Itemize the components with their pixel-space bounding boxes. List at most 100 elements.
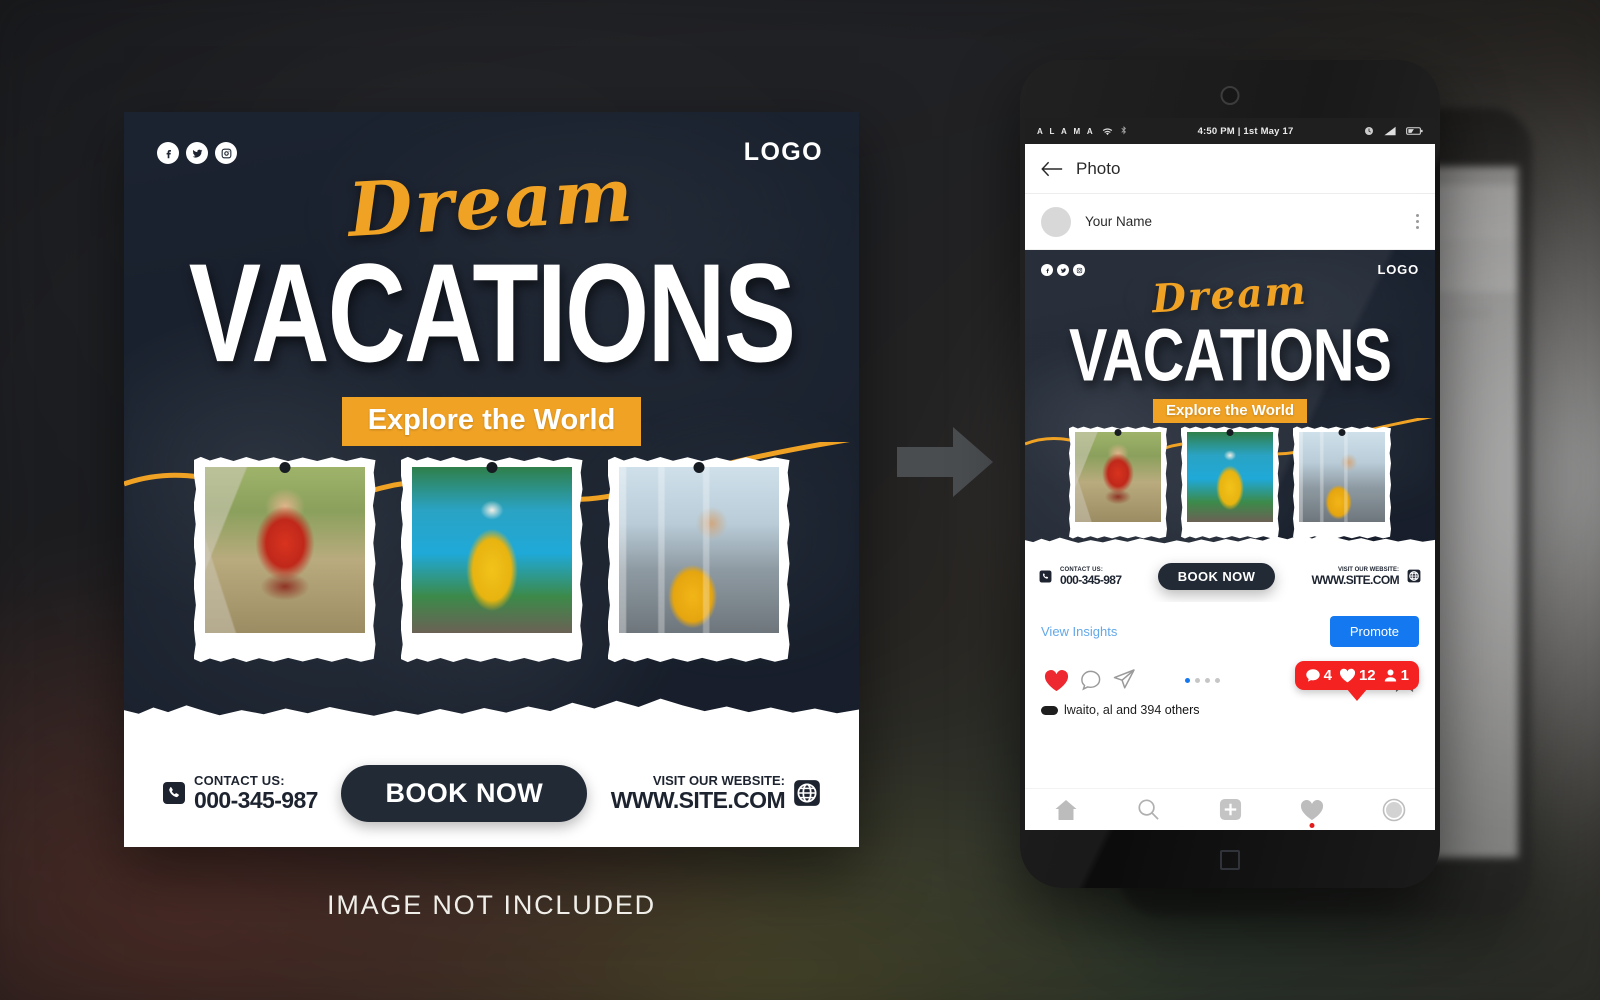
phone-screen: A L A M A 4:50 PM | 1st May 17 Photo You…: [1025, 118, 1435, 830]
phone-mockup: A L A M A 4:50 PM | 1st May 17 Photo You…: [1020, 60, 1440, 888]
polaroid-photo-2: [1181, 426, 1279, 539]
carrier-label: A L A M A: [1037, 126, 1096, 136]
polaroid-photo-2[interactable]: [400, 456, 583, 663]
comment-icon[interactable]: [1073, 663, 1107, 697]
promote-button[interactable]: Promote: [1329, 616, 1419, 647]
pin-icon: [693, 462, 704, 473]
poster-subtitle: Explore the World: [341, 397, 642, 447]
transition-arrow-icon: [897, 427, 993, 497]
carousel-dot-active: [1185, 677, 1190, 683]
contact-number: 000-345-987: [1060, 572, 1122, 587]
poster-preview: LOGO Dream VACATIONS Explore the World C…: [124, 112, 859, 847]
badge-followers-count: 1: [1400, 667, 1409, 684]
mini-poster-headline: Dream VACATIONS Explore the World: [1025, 268, 1435, 424]
phone-icon: [1039, 570, 1052, 583]
website-url: WWW.SITE.COM: [610, 787, 786, 813]
view-insights-link[interactable]: View Insights: [1041, 624, 1117, 639]
polaroid-photo-3[interactable]: [607, 456, 790, 663]
poster-headline: Dream VACATIONS Explore the World: [124, 152, 859, 447]
badge-comments-count: 4: [1323, 667, 1332, 684]
likes-summary: lwaito, al and 394 others: [1025, 699, 1435, 723]
website-label: VISIT OUR WEBSITE:: [652, 773, 785, 788]
globe-icon: [793, 779, 821, 807]
carousel-dots: [1185, 677, 1220, 683]
status-time: 4:50 PM | 1st May 17: [1197, 125, 1294, 137]
badge-likes: 12: [1339, 667, 1376, 684]
app-bar-title: Photo: [1076, 158, 1121, 178]
poster-main-title: VACATIONS: [188, 234, 796, 391]
contact-label: CONTACT US:: [194, 773, 285, 788]
photo-woman-coast: [1187, 432, 1273, 522]
polaroid-photo-3: [1293, 426, 1391, 539]
user-name: Your Name: [1085, 214, 1153, 229]
mini-poster-footer: CONTACT US: 000-345-987 BOOK NOW VISIT O…: [1025, 533, 1435, 602]
activity-icon[interactable]: [1290, 795, 1334, 828]
image-not-included-notice: IMAGE NOT INCLUDED: [327, 890, 656, 920]
website-block: VISIT OUR WEBSITE: WWW.SITE.COM: [611, 774, 821, 812]
battery-icon: [1406, 126, 1423, 136]
notification-badge: 4 12 1: [1294, 661, 1419, 690]
likes-text: lwaito, al and 394 others: [1064, 703, 1200, 717]
pin-icon: [279, 462, 290, 473]
carousel-dot: [1195, 677, 1200, 683]
photo-traveler-man: [204, 467, 365, 633]
alarm-icon: [1364, 126, 1374, 136]
back-arrow-icon[interactable]: [1041, 161, 1063, 177]
send-icon[interactable]: [1107, 663, 1141, 697]
home-button[interactable]: [1220, 850, 1240, 870]
liker-avatars-icon: [1041, 705, 1058, 715]
heart-filled-icon: [1339, 668, 1356, 683]
post-image-poster[interactable]: LOGO Dream VACATIONS Explore the World C…: [1025, 250, 1435, 602]
carousel-dot: [1215, 677, 1220, 683]
activity-notification-dot: [1309, 822, 1315, 828]
poster-footer: CONTACT US: 000-345-987 BOOK NOW VISIT O…: [124, 698, 859, 847]
bottom-tab-bar: [1025, 788, 1435, 830]
polaroid-gallery: [124, 456, 859, 663]
photo-woman-airport: [1299, 432, 1385, 522]
contact-label: CONTACT US:: [1060, 566, 1104, 573]
front-camera-icon: [1220, 86, 1240, 105]
mini-website-block: VISIT OUR WEBSITE: WWW.SITE.COM: [1312, 567, 1421, 586]
post-actions-row: 4 12 1: [1025, 655, 1435, 699]
contact-block: CONTACT US: 000-345-987: [162, 774, 318, 812]
avatar[interactable]: [1041, 206, 1071, 237]
search-icon[interactable]: [1126, 795, 1170, 825]
website-url: WWW.SITE.COM: [1311, 572, 1400, 587]
mini-main-title: VACATIONS: [1068, 313, 1392, 397]
pin-icon: [1226, 429, 1234, 436]
pin-icon: [1338, 429, 1346, 436]
mini-book-now-button: BOOK NOW: [1157, 562, 1276, 590]
post-user-row: Your Name: [1025, 194, 1435, 250]
polaroid-photo-1: [1069, 426, 1167, 539]
website-label: VISIT OUR WEBSITE:: [1337, 566, 1399, 573]
pin-icon: [1114, 429, 1122, 436]
contact-number: 000-345-987: [194, 787, 318, 813]
carousel-dot: [1205, 677, 1210, 683]
bluetooth-icon: [1120, 126, 1127, 136]
badge-likes-count: 12: [1358, 667, 1376, 684]
wifi-icon: [1102, 127, 1113, 136]
photo-woman-airport: [618, 467, 779, 633]
badge-followers: 1: [1383, 667, 1409, 684]
add-icon[interactable]: [1208, 795, 1252, 825]
kebab-menu-icon[interactable]: [1416, 214, 1419, 229]
photo-woman-coast: [411, 467, 572, 633]
badge-comments: 4: [1305, 667, 1332, 684]
signal-icon: [1383, 126, 1397, 136]
mini-contact-block: CONTACT US: 000-345-987: [1039, 566, 1122, 587]
globe-icon: [1407, 569, 1421, 583]
profile-icon[interactable]: [1372, 795, 1416, 825]
status-bar: A L A M A 4:50 PM | 1st May 17: [1025, 118, 1435, 144]
pin-icon: [486, 462, 497, 473]
heart-filled-icon[interactable]: [1039, 663, 1073, 697]
comment-filled-icon: [1305, 668, 1321, 684]
insights-row: View Insights Promote: [1025, 602, 1435, 655]
phone-icon: [162, 781, 186, 805]
book-now-button[interactable]: BOOK NOW: [341, 764, 588, 822]
app-bar: Photo: [1025, 144, 1435, 194]
home-icon[interactable]: [1044, 795, 1088, 825]
photo-traveler-man: [1075, 432, 1161, 522]
mini-polaroid-gallery: [1025, 426, 1435, 539]
polaroid-photo-1[interactable]: [193, 456, 376, 663]
person-icon: [1383, 668, 1398, 683]
